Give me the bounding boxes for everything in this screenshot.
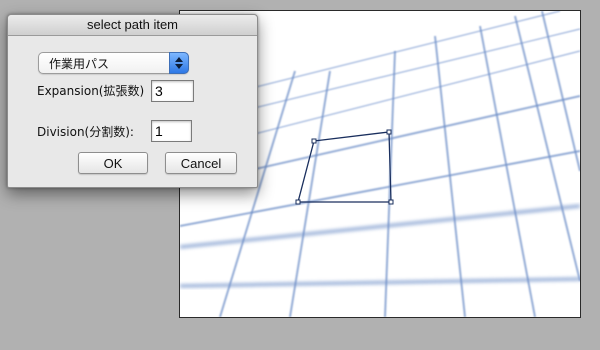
division-label: Division(分割数):: [37, 125, 134, 139]
dialog-title: select path item: [8, 15, 257, 36]
division-input[interactable]: 1: [151, 120, 192, 142]
path-select-dropdown[interactable]: 作業用パス: [38, 52, 189, 74]
select-path-item-dialog: select path item 作業用パス Expansion(拡張数) 3 …: [7, 14, 258, 188]
ok-button[interactable]: OK: [78, 152, 148, 174]
expansion-label: Expansion(拡張数): [37, 84, 145, 98]
cancel-button[interactable]: Cancel: [165, 152, 237, 174]
up-down-arrows-icon[interactable]: [169, 52, 189, 74]
expansion-input[interactable]: 3: [151, 80, 194, 102]
path-select-value: 作業用パス: [49, 57, 110, 71]
